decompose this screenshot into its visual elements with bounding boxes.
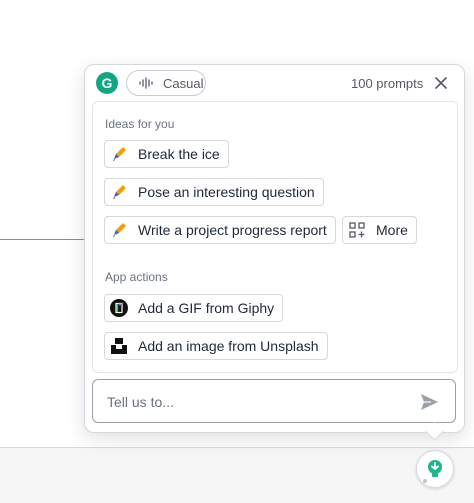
prompt-break-the-ice[interactable]: Break the ice	[104, 140, 229, 168]
prompt-label: Pose an interesting question	[138, 184, 315, 200]
bottom-toolbar	[0, 447, 474, 503]
send-icon	[421, 394, 438, 410]
more-label: More	[376, 222, 408, 238]
prompt-progress-report[interactable]: Write a project progress report	[104, 216, 336, 244]
panel-header: G Casual 100 prompts	[85, 65, 464, 101]
prompt-panel: G Casual 100 prompts Ideas for you Break…	[84, 64, 465, 433]
unsplash-icon	[110, 337, 128, 355]
action-label: Add a GIF from Giphy	[138, 300, 275, 316]
lightbulb-icon	[428, 460, 442, 477]
pencil-icon	[110, 183, 128, 201]
action-label: Add an image from Unsplash	[138, 338, 319, 354]
grammarly-assistant-button[interactable]	[416, 450, 454, 488]
ideas-section-label: Ideas for you	[105, 117, 175, 131]
grid-plus-icon	[348, 221, 366, 239]
prompt-label: Write a project progress report	[138, 222, 327, 238]
drag-handle[interactable]	[423, 479, 427, 483]
prompt-input-box	[92, 379, 456, 424]
action-giphy[interactable]: Add a GIF from Giphy	[104, 294, 284, 322]
prompts-count: 100 prompts	[351, 76, 424, 91]
grammarly-logo: G	[96, 72, 118, 94]
editor-underline	[0, 239, 86, 240]
pencil-icon	[110, 221, 128, 239]
tone-label: Casual	[163, 75, 204, 91]
close-button[interactable]	[431, 73, 451, 93]
prompt-label: Break the ice	[138, 146, 220, 162]
voice-wave-icon	[139, 77, 155, 89]
more-prompts-button[interactable]: More	[342, 216, 417, 244]
giphy-icon	[110, 299, 128, 317]
app-actions-section-label: App actions	[105, 270, 168, 284]
action-unsplash[interactable]: Add an image from Unsplash	[104, 332, 328, 360]
send-button[interactable]	[418, 391, 440, 413]
prompt-input[interactable]	[105, 380, 409, 424]
pencil-icon	[110, 145, 128, 163]
prompt-list: Ideas for you Break the ice Pose an inte…	[92, 101, 458, 373]
tone-selector[interactable]: Casual	[126, 70, 206, 96]
close-icon	[435, 77, 447, 89]
prompt-interesting-question[interactable]: Pose an interesting question	[104, 178, 324, 206]
